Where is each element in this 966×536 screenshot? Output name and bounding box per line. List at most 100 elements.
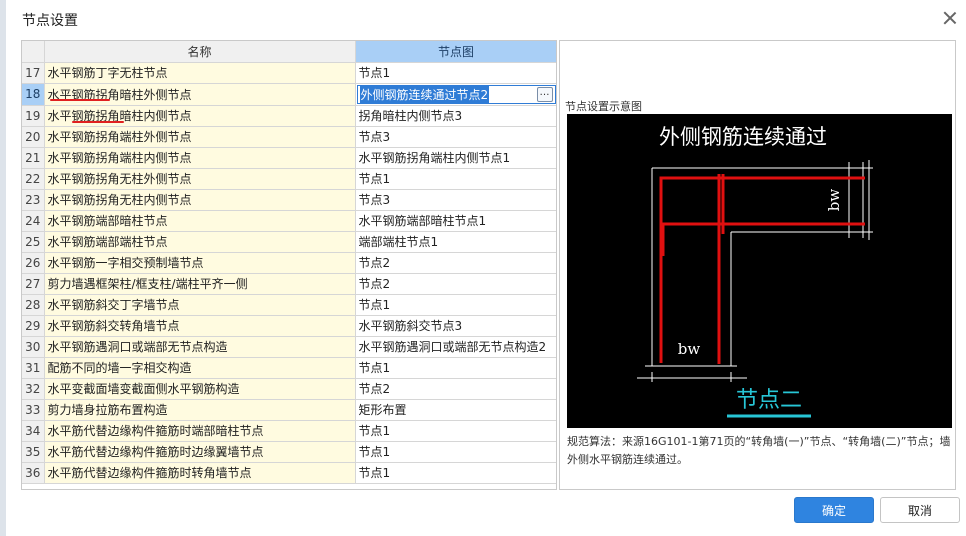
- node-value-cell[interactable]: 水平钢筋遇洞口或端部无节点构造2: [355, 336, 556, 358]
- table-row[interactable]: 25 水平钢筋端部端柱节点 端部端柱节点1: [22, 231, 556, 253]
- table-row[interactable]: 26 水平钢筋一字相交预制墙节点 节点2: [22, 252, 556, 274]
- node-name-cell[interactable]: 剪力墙遇框架柱/框支柱/端柱平齐一侧: [44, 273, 356, 295]
- column-header-node[interactable]: 节点图: [355, 41, 556, 63]
- row-number[interactable]: 35: [22, 441, 45, 463]
- node-value-cell[interactable]: 节点1: [355, 420, 556, 442]
- preview-label: 节点设置示意图: [565, 100, 642, 113]
- node-name-cell[interactable]: 配筋不同的墙一字相交构造: [44, 357, 356, 379]
- row-number[interactable]: 25: [22, 231, 45, 253]
- annotation-underline-2: [72, 121, 124, 123]
- node-name-cell[interactable]: 剪力墙身拉筋布置构造: [44, 399, 356, 421]
- column-header-name[interactable]: 名称: [44, 41, 356, 63]
- row-number[interactable]: 30: [22, 336, 45, 358]
- node-value-cell[interactable]: 节点2: [355, 252, 556, 274]
- node-name-cell[interactable]: 水平钢筋拐角端柱外侧节点: [44, 126, 356, 148]
- node-name-cell[interactable]: 水平筋代替边缘构件箍筋时端部暗柱节点: [44, 420, 356, 442]
- node-value-cell[interactable]: 矩形布置: [355, 399, 556, 421]
- annotation-underline-1: [50, 99, 110, 101]
- row-number[interactable]: 21: [22, 147, 45, 169]
- table-row[interactable]: 35 水平筋代替边缘构件箍筋时边缘翼墙节点 节点1: [22, 441, 556, 463]
- node-value-cell[interactable]: 节点1: [355, 168, 556, 190]
- node-value-cell[interactable]: 节点1: [355, 357, 556, 379]
- table-row[interactable]: 17 水平钢筋丁字无柱节点 节点1: [22, 62, 556, 84]
- node-name-cell[interactable]: 水平钢筋拐角暗柱外侧节点: [44, 83, 356, 106]
- node-name-cell[interactable]: 水平钢筋端部端柱节点: [44, 231, 356, 253]
- node-value-cell[interactable]: 节点3: [355, 189, 556, 211]
- table-row[interactable]: 27 剪力墙遇框架柱/框支柱/端柱平齐一侧 节点2: [22, 273, 556, 295]
- diagram-svg: 外侧钢筋连续通过 bw bw 节点二: [637, 125, 873, 418]
- node-value-cell[interactable]: 端部端柱节点1: [355, 231, 556, 253]
- close-icon[interactable]: [940, 8, 960, 28]
- node-diagram: 外侧钢筋连续通过 bw bw 节点二: [567, 114, 952, 428]
- node-value-text: 外侧钢筋连续通过节点2: [359, 85, 490, 103]
- table-row[interactable]: 22 水平钢筋拐角无柱外侧节点 节点1: [22, 168, 556, 190]
- row-number[interactable]: 20: [22, 126, 45, 148]
- titlebar: 节点设置: [12, 0, 966, 38]
- cancel-button[interactable]: 取消: [880, 497, 960, 523]
- row-number[interactable]: 32: [22, 378, 45, 400]
- table-row[interactable]: 29 水平钢筋斜交转角墙节点 水平钢筋斜交节点3: [22, 315, 556, 337]
- table-row[interactable]: 33 剪力墙身拉筋布置构造 矩形布置: [22, 399, 556, 421]
- row-number[interactable]: 18: [22, 83, 45, 106]
- node-name-cell[interactable]: 水平钢筋端部暗柱节点: [44, 210, 356, 232]
- row-number[interactable]: 33: [22, 399, 45, 421]
- row-number[interactable]: 31: [22, 357, 45, 379]
- node-name-cell[interactable]: 水平筋代替边缘构件箍筋时转角墙节点: [44, 462, 356, 484]
- more-options-button[interactable]: …: [536, 86, 553, 102]
- table-row[interactable]: 30 水平钢筋遇洞口或端部无节点构造 水平钢筋遇洞口或端部无节点构造2: [22, 336, 556, 358]
- node-name-cell[interactable]: 水平钢筋一字相交预制墙节点: [44, 252, 356, 274]
- row-number[interactable]: 26: [22, 252, 45, 274]
- row-number[interactable]: 17: [22, 62, 45, 84]
- node-name-cell[interactable]: 水平筋代替边缘构件箍筋时边缘翼墙节点: [44, 441, 356, 463]
- diagram-caption: 节点二: [736, 388, 802, 413]
- table-row[interactable]: 21 水平钢筋拐角端柱内侧节点 水平钢筋拐角端柱内侧节点1: [22, 147, 556, 169]
- table-header-row: 名称 节点图: [22, 41, 556, 63]
- node-value-cell[interactable]: 节点1: [355, 62, 556, 84]
- row-number[interactable]: 24: [22, 210, 45, 232]
- table-row[interactable]: 34 水平筋代替边缘构件箍筋时端部暗柱节点 节点1: [22, 420, 556, 442]
- node-value-cell[interactable]: 节点3: [355, 126, 556, 148]
- table-row[interactable]: 31 配筋不同的墙一字相交构造 节点1: [22, 357, 556, 379]
- ok-button[interactable]: 确定: [794, 497, 874, 523]
- node-settings-dialog: 节点设置 名称 节点图 17 水平钢筋丁字无柱节点 节点1 18 水平钢筋拐角暗柱外侧节…: [0, 0, 966, 536]
- table-row[interactable]: 36 水平筋代替边缘构件箍筋时转角墙节点 节点1: [22, 462, 556, 484]
- node-value-editor[interactable]: 外侧钢筋连续通过节点2 …: [355, 83, 556, 106]
- table-row[interactable]: 18 水平钢筋拐角暗柱外侧节点 外侧钢筋连续通过节点2 …: [22, 83, 556, 106]
- dim-label-side: bw: [825, 189, 843, 212]
- dim-label-bottom: bw: [678, 340, 701, 358]
- node-name-cell[interactable]: 水平钢筋斜交转角墙节点: [44, 315, 356, 337]
- table-row[interactable]: 20 水平钢筋拐角端柱外侧节点 节点3: [22, 126, 556, 148]
- node-name-cell[interactable]: 水平钢筋拐角无柱外侧节点: [44, 168, 356, 190]
- node-name-cell[interactable]: 水平钢筋斜交丁字墙节点: [44, 294, 356, 316]
- table-row[interactable]: 24 水平钢筋端部暗柱节点 水平钢筋端部暗柱节点1: [22, 210, 556, 232]
- row-number[interactable]: 19: [22, 105, 45, 127]
- row-number[interactable]: 34: [22, 420, 45, 442]
- table-row[interactable]: 23 水平钢筋拐角无柱内侧节点 节点3: [22, 189, 556, 211]
- table-row[interactable]: 32 水平变截面墙变截面侧水平钢筋构造 节点2: [22, 378, 556, 400]
- row-number[interactable]: 23: [22, 189, 45, 211]
- node-grid[interactable]: 名称 节点图 17 水平钢筋丁字无柱节点 节点1 18 水平钢筋拐角暗柱外侧节点 外侧钢筋…: [21, 40, 557, 490]
- node-value-cell[interactable]: 节点1: [355, 294, 556, 316]
- node-value-cell[interactable]: 水平钢筋端部暗柱节点1: [355, 210, 556, 232]
- node-value-cell[interactable]: 节点2: [355, 273, 556, 295]
- node-value-input[interactable]: 外侧钢筋连续通过节点2 …: [356, 84, 556, 104]
- row-number[interactable]: 22: [22, 168, 45, 190]
- node-value-cell[interactable]: 节点2: [355, 378, 556, 400]
- table-row[interactable]: 28 水平钢筋斜交丁字墙节点 节点1: [22, 294, 556, 316]
- row-number[interactable]: 29: [22, 315, 45, 337]
- rule-description: 规范算法：来源16G101-1第71页的“转角墙(一)”节点、“转角墙(二)”节…: [567, 435, 951, 466]
- node-name-cell[interactable]: 水平钢筋拐角端柱内侧节点: [44, 147, 356, 169]
- node-name-cell[interactable]: 水平钢筋遇洞口或端部无节点构造: [44, 336, 356, 358]
- preview-panel: 节点设置示意图 外侧钢筋连续通过 bw bw 节点二 规范算法：来源16G101…: [559, 40, 956, 490]
- node-value-cell[interactable]: 水平钢筋拐角端柱内侧节点1: [355, 147, 556, 169]
- node-value-cell[interactable]: 拐角暗柱内侧节点3: [355, 105, 556, 127]
- node-name-cell[interactable]: 水平钢筋拐角无柱内侧节点: [44, 189, 356, 211]
- row-number[interactable]: 28: [22, 294, 45, 316]
- node-value-cell[interactable]: 节点1: [355, 462, 556, 484]
- node-value-cell[interactable]: 水平钢筋斜交节点3: [355, 315, 556, 337]
- node-name-cell[interactable]: 水平变截面墙变截面侧水平钢筋构造: [44, 378, 356, 400]
- row-number[interactable]: 36: [22, 462, 45, 484]
- row-number[interactable]: 27: [22, 273, 45, 295]
- node-name-cell[interactable]: 水平钢筋丁字无柱节点: [44, 62, 356, 84]
- node-value-cell[interactable]: 节点1: [355, 441, 556, 463]
